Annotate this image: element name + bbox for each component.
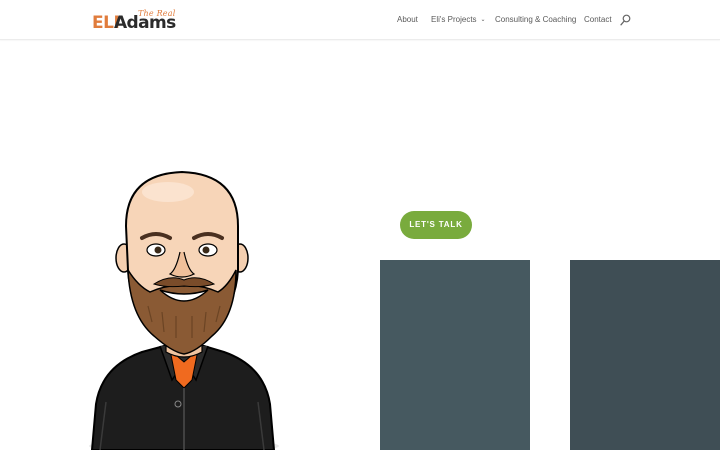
chevron-down-icon: ⌄ (480, 17, 486, 23)
feature-panel-2 (570, 260, 720, 450)
site-header: The Real ELI Adams About Eli's Projects ⌄… (0, 0, 720, 40)
search-icon[interactable] (620, 14, 631, 26)
nav-item-consulting-coaching[interactable]: Consulting & Coaching (495, 15, 576, 24)
logo-last-name: Adams (114, 13, 176, 33)
nav-item-label: Eli's Projects (431, 15, 477, 24)
nav-item-elis-projects[interactable]: Eli's Projects ⌄ (431, 15, 486, 24)
nav-item-contact[interactable]: Contact (584, 15, 612, 24)
caricature-avatar (89, 170, 279, 450)
feature-panel-1 (380, 260, 530, 450)
nav-item-about[interactable]: About (397, 15, 418, 24)
lets-talk-button[interactable]: LET'S TALK (400, 211, 472, 239)
site-logo[interactable]: The Real ELI Adams (92, 8, 182, 34)
